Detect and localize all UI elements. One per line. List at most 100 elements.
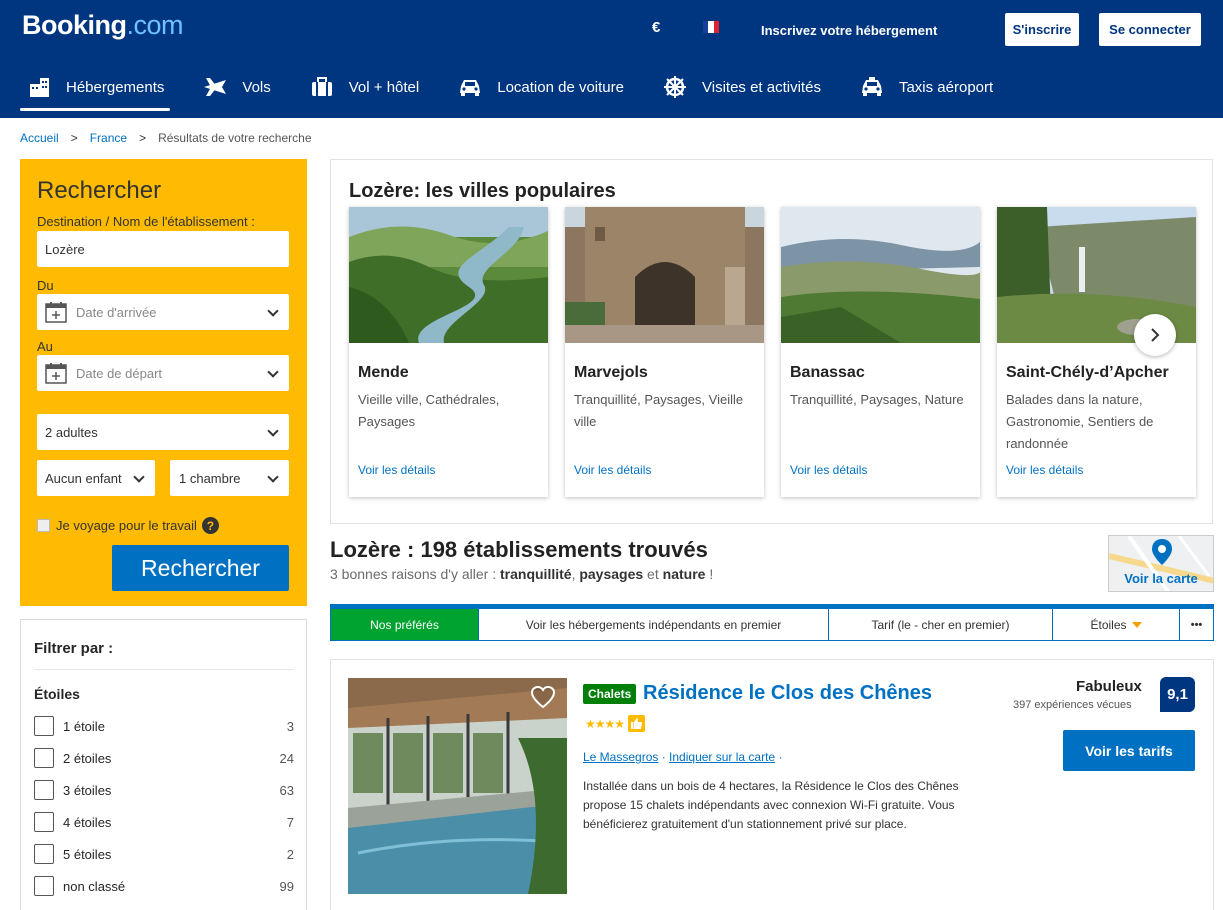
filter-2-stars[interactable]: 2 étoiles 24	[34, 747, 294, 769]
city-card-marvejols[interactable]: Marvejols Tranquillité, Paysages, Vieill…	[565, 207, 764, 497]
city-card-banassac[interactable]: Banassac Tranquillité, Paysages, Nature …	[781, 207, 980, 497]
search-panel: Rechercher Destination / Nom de l'établi…	[20, 159, 307, 606]
sort-stars[interactable]: Étoiles	[1053, 609, 1180, 640]
property-location: Le Massegros · Indiquer sur la carte ·	[583, 750, 783, 764]
star-rating: ★★★★	[585, 715, 646, 732]
show-on-map-link[interactable]: Indiquer sur la carte	[669, 750, 775, 764]
language-flag-icon[interactable]	[703, 21, 719, 33]
product-nav: Hébergements Vols Vol + hôtel Location d…	[14, 62, 1019, 112]
chevron-down-icon	[267, 471, 279, 483]
filter-3-stars[interactable]: 3 étoiles 63	[34, 779, 294, 801]
location-link[interactable]: Le Massegros	[583, 750, 658, 764]
bed-icon	[26, 76, 52, 98]
city-photo	[349, 207, 548, 343]
stars-icon: ★★★★	[585, 716, 625, 731]
checkbox[interactable]	[34, 716, 54, 736]
see-prices-button[interactable]: Voir les tarifs	[1063, 730, 1195, 771]
checkbox[interactable]	[34, 748, 54, 768]
filter-4-stars[interactable]: 4 étoiles 7	[34, 811, 294, 833]
filter-label: 2 étoiles	[63, 750, 112, 766]
filter-title: Filtrer par :	[34, 640, 114, 657]
sort-price[interactable]: Tarif (le - cher en premier)	[829, 609, 1053, 640]
city-photo	[781, 207, 980, 343]
tab-stays[interactable]: Hébergements	[14, 62, 176, 112]
city-name: Banassac	[790, 364, 865, 381]
results-subtitle: 3 bonnes raisons d'y aller : tranquillit…	[330, 566, 714, 582]
property-photo[interactable]	[348, 678, 567, 894]
suitcase-icon	[309, 76, 335, 98]
filter-count: 3	[286, 718, 294, 734]
sort-more-button[interactable]: •••	[1180, 609, 1213, 640]
sort-independent[interactable]: Voir les hébergements indépendants en pr…	[479, 609, 829, 640]
signup-button[interactable]: S'inscrire	[1005, 13, 1079, 46]
checkin-date-field[interactable]: Date d'arrivée	[37, 294, 289, 330]
work-travel-checkbox[interactable]: Je voyage pour le travail ?	[37, 517, 219, 534]
dropdown-arrow-icon	[1131, 621, 1142, 628]
tab-flights[interactable]: Vols	[190, 62, 282, 112]
adults-value: 2 adultes	[45, 424, 98, 440]
login-button[interactable]: Se connecter	[1099, 13, 1201, 46]
thumbs-up-icon	[628, 715, 646, 732]
city-tags: Balades dans la nature, Gastronomie, Sen…	[1006, 392, 1154, 451]
filter-label: 5 étoiles	[63, 846, 112, 862]
filter-5-stars[interactable]: 5 étoiles 2	[34, 843, 294, 865]
attractions-icon	[662, 76, 688, 98]
adults-select[interactable]: 2 adultes	[37, 414, 289, 450]
filter-count: 2	[286, 846, 294, 862]
tab-car-rental[interactable]: Location de voiture	[445, 62, 636, 112]
breadcrumb-france[interactable]: France	[90, 131, 127, 145]
tab-airport-taxis[interactable]: Taxis aéroport	[847, 62, 1005, 112]
tab-flight-hotel[interactable]: Vol + hôtel	[297, 62, 431, 112]
tab-label: Location de voiture	[497, 78, 624, 96]
heart-icon[interactable]	[530, 685, 556, 709]
currency-selector[interactable]: €	[652, 19, 660, 36]
sort-bar: Nos préférés Voir les hébergements indép…	[330, 604, 1214, 641]
breadcrumb: Accueil > France > Résultats de votre re…	[20, 131, 312, 145]
checkbox[interactable]	[37, 519, 50, 532]
view-map-link[interactable]: Voir la carte	[1109, 571, 1213, 586]
breadcrumb-home[interactable]: Accueil	[20, 131, 59, 145]
map-preview[interactable]: Voir la carte	[1108, 535, 1214, 592]
checkbox[interactable]	[34, 844, 54, 864]
filter-unrated[interactable]: non classé 99	[34, 875, 294, 897]
sort-our-picks[interactable]: Nos préférés	[331, 609, 479, 640]
calendar-icon	[45, 302, 67, 323]
city-details-link[interactable]: Voir les détails	[358, 463, 435, 477]
property-description: Installée dans un bois de 4 hectares, la…	[583, 779, 959, 831]
filter-label: non classé	[63, 878, 126, 894]
tab-attractions[interactable]: Visites et activités	[650, 62, 833, 112]
city-name: Saint-Chély-d’Apcher	[1006, 364, 1169, 381]
checkout-date-field[interactable]: Date de départ	[37, 355, 289, 391]
city-details-link[interactable]: Voir les détails	[790, 463, 867, 477]
checkout-label: Au	[37, 339, 53, 354]
list-property-link[interactable]: Inscrivez votre hébergement	[761, 23, 937, 38]
filter-1-star[interactable]: 1 étoile 3	[34, 715, 294, 737]
booking-logo[interactable]: Booking.com	[22, 10, 184, 41]
rooms-value: 1 chambre	[179, 470, 241, 486]
carousel-next-button[interactable]	[1134, 314, 1176, 356]
filter-count: 7	[286, 814, 294, 830]
car-icon	[457, 76, 483, 98]
city-card-mende[interactable]: Mende Vieille ville, Cathédrales, Paysag…	[349, 207, 548, 497]
search-button[interactable]: Rechercher	[112, 545, 289, 591]
destination-input[interactable]: Lozère	[37, 231, 289, 267]
city-photo	[565, 207, 764, 343]
filter-label: 3 étoiles	[63, 782, 112, 798]
children-select[interactable]: Aucun enfant	[37, 460, 155, 496]
checkbox[interactable]	[34, 780, 54, 800]
city-tags: Tranquillité, Paysages, Nature	[790, 392, 964, 407]
review-count: 397 expériences vécues	[1013, 699, 1132, 711]
help-icon[interactable]: ?	[201, 517, 219, 534]
filter-label: 4 étoiles	[63, 814, 112, 830]
checkbox[interactable]	[34, 812, 54, 832]
checkin-placeholder: Date d'arrivée	[76, 304, 157, 320]
checkbox[interactable]	[34, 876, 54, 896]
results-title: Lozère : 198 établissements trouvés	[330, 537, 708, 562]
rooms-select[interactable]: 1 chambre	[170, 460, 289, 496]
property-name-link[interactable]: Résidence le Clos des Chênes	[643, 682, 932, 705]
checkout-placeholder: Date de départ	[76, 365, 163, 381]
city-details-link[interactable]: Voir les détails	[574, 463, 651, 477]
children-value: Aucun enfant	[45, 470, 122, 486]
city-tags: Vieille ville, Cathédrales, Paysages	[358, 392, 500, 429]
city-details-link[interactable]: Voir les détails	[1006, 463, 1083, 477]
